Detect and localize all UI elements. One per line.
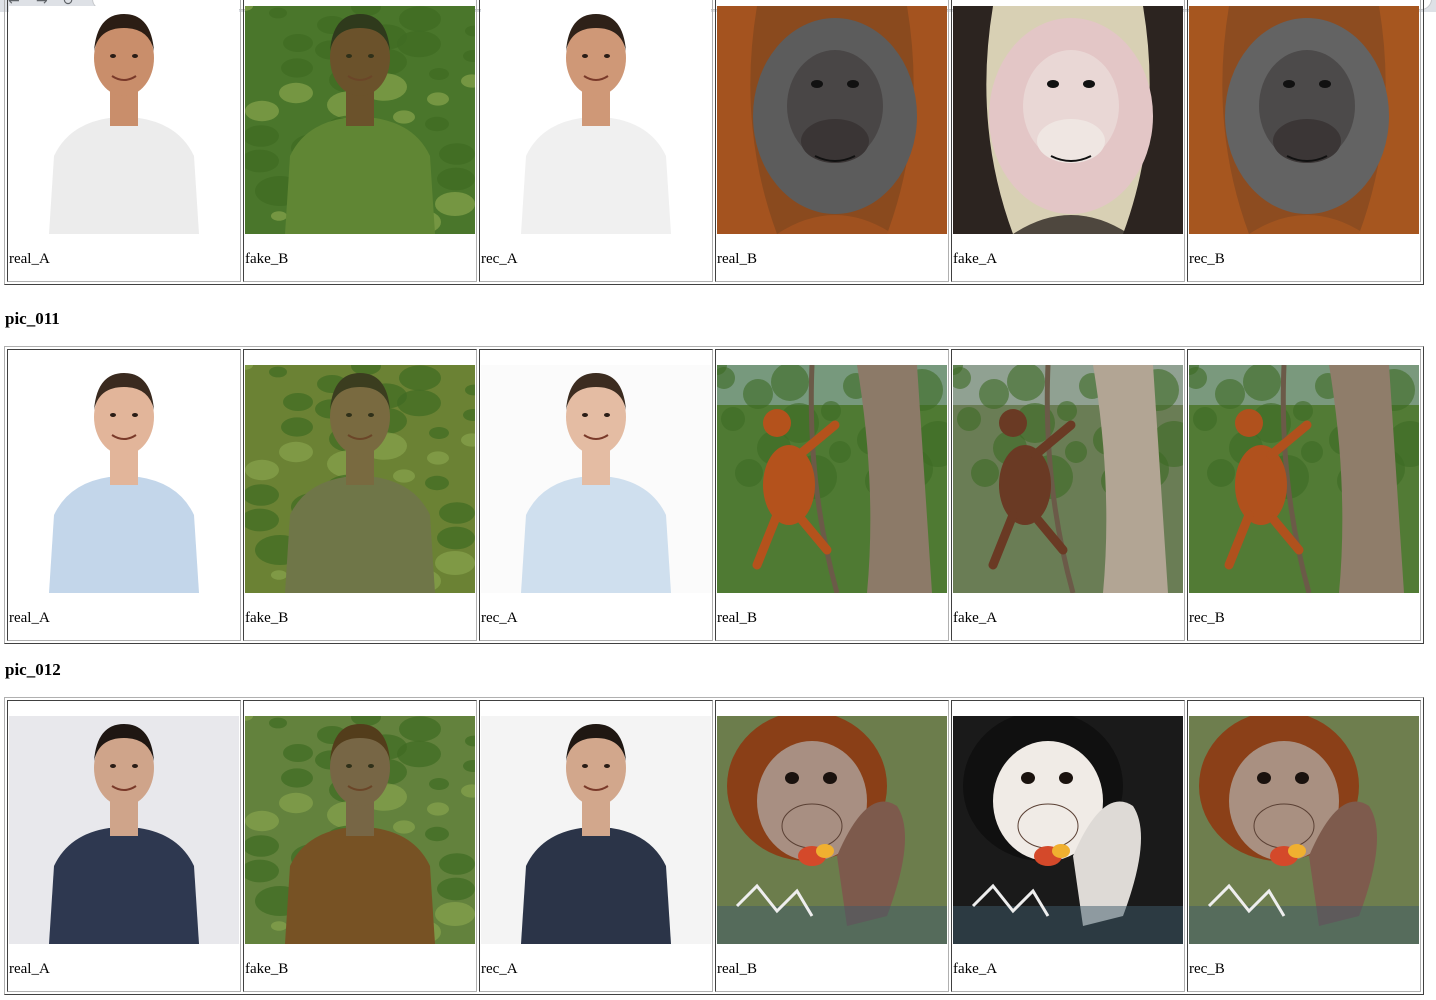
result-image [1189, 365, 1419, 593]
image-row-table: real_A fake_B rec_A real_B fake_A rec_B [4, 346, 1424, 644]
image-cell: rec_B [1187, 0, 1421, 282]
image-caption: real_A [9, 961, 50, 977]
result-image [9, 716, 239, 944]
image-cell: real_B [715, 700, 949, 992]
image-cell: rec_A [479, 349, 713, 641]
image-caption: real_B [717, 251, 757, 267]
result-image [1189, 6, 1419, 234]
result-image [717, 716, 947, 944]
image-cell: real_B [715, 349, 949, 641]
image-caption: real_A [9, 251, 50, 267]
image-cell: real_A [7, 0, 241, 282]
image-row-table: real_A fake_B rec_A real_B fake_A rec_B [4, 697, 1424, 995]
result-image [9, 6, 239, 234]
result-image [245, 716, 475, 944]
result-image [245, 6, 475, 234]
image-caption: real_B [717, 961, 757, 977]
result-image [9, 365, 239, 593]
image-caption: fake_A [953, 961, 998, 977]
image-caption: rec_A [481, 961, 518, 977]
image-cell: real_B [715, 0, 949, 282]
image-caption: rec_A [481, 251, 518, 267]
image-cell: rec_B [1187, 700, 1421, 992]
result-image [481, 365, 711, 593]
image-caption: fake_B [245, 961, 289, 977]
image-caption: rec_B [1189, 251, 1225, 267]
result-image [717, 6, 947, 234]
image-caption: rec_B [1189, 961, 1225, 977]
image-caption: rec_B [1189, 610, 1225, 626]
result-image [953, 365, 1183, 593]
image-cell: rec_A [479, 700, 713, 992]
image-cell: fake_B [243, 0, 477, 282]
result-image [953, 6, 1183, 234]
section-title: pic_012 [5, 660, 61, 679]
result-image [953, 716, 1183, 944]
image-caption: real_B [717, 610, 757, 626]
image-caption: fake_B [245, 610, 289, 626]
result-image [481, 6, 711, 234]
image-caption: real_A [9, 610, 50, 626]
image-cell: fake_A [951, 349, 1185, 641]
image-row-table: real_A fake_B rec_A real_B fake_A rec_B [4, 0, 1424, 285]
section-title: pic_011 [5, 309, 60, 328]
image-cell: rec_B [1187, 349, 1421, 641]
image-cell: real_A [7, 349, 241, 641]
image-cell: fake_B [243, 700, 477, 992]
result-image [717, 365, 947, 593]
image-caption: fake_A [953, 251, 998, 267]
image-caption: rec_A [481, 610, 518, 626]
result-image [245, 365, 475, 593]
image-caption: fake_A [953, 610, 998, 626]
result-image [1189, 716, 1419, 944]
image-caption: fake_B [245, 251, 289, 267]
result-image [481, 716, 711, 944]
image-cell: fake_A [951, 0, 1185, 282]
image-cell: fake_B [243, 349, 477, 641]
image-cell: rec_A [479, 0, 713, 282]
image-cell: real_A [7, 700, 241, 992]
image-cell: fake_A [951, 700, 1185, 992]
